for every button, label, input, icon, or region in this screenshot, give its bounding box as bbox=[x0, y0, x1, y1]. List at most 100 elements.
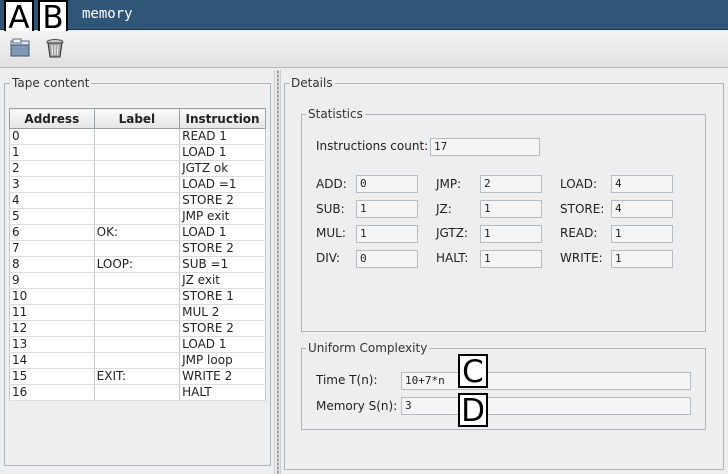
window-title: memory bbox=[82, 6, 133, 22]
jmp-count-field[interactable]: 2 bbox=[480, 175, 542, 193]
table-row[interactable]: 1 LOAD 1 bbox=[9, 144, 266, 161]
address-cell: 2 bbox=[9, 160, 95, 177]
marker-b: B bbox=[38, 0, 68, 34]
address-cell: 6 bbox=[9, 224, 95, 241]
address-cell: 1 bbox=[9, 144, 95, 161]
read-count-field[interactable]: 1 bbox=[611, 225, 673, 243]
table-row[interactable]: 15 EXIT: WRITE 2 bbox=[9, 368, 266, 385]
mul-count-field[interactable]: 1 bbox=[356, 225, 418, 243]
table-row[interactable]: 8 LOOP: SUB =1 bbox=[9, 256, 266, 273]
split-pane-divider[interactable] bbox=[274, 70, 281, 474]
instruction-cell: READ 1 bbox=[179, 128, 266, 145]
load-label: LOAD: bbox=[560, 177, 597, 191]
address-cell: 3 bbox=[9, 176, 95, 193]
table-row[interactable]: 12 STORE 2 bbox=[9, 320, 266, 337]
marker-c: C bbox=[458, 354, 488, 388]
table-row[interactable]: 13 LOAD 1 bbox=[9, 336, 266, 353]
label-cell bbox=[94, 336, 181, 353]
memory-complexity-field[interactable]: 3 bbox=[401, 397, 691, 415]
instruction-cell: STORE 2 bbox=[179, 240, 266, 257]
table-row[interactable]: 3 LOAD =1 bbox=[9, 176, 266, 193]
instructions-count-field[interactable]: 17 bbox=[430, 138, 540, 156]
jmp-label: JMP: bbox=[436, 177, 462, 191]
instructions-count-label: Instructions count: bbox=[316, 139, 429, 153]
table-row[interactable]: 7 STORE 2 bbox=[9, 240, 266, 257]
table-row[interactable]: 16 HALT bbox=[9, 384, 266, 401]
add-count-field[interactable]: 0 bbox=[356, 175, 418, 193]
address-cell: 10 bbox=[9, 288, 95, 305]
delete-button[interactable] bbox=[41, 34, 69, 62]
title-bar: memory bbox=[0, 0, 728, 30]
instruction-cell: STORE 2 bbox=[179, 320, 266, 337]
label-cell bbox=[94, 208, 181, 225]
address-cell: 16 bbox=[9, 384, 95, 401]
store-count-field[interactable]: 4 bbox=[611, 200, 673, 218]
instruction-cell: HALT bbox=[179, 384, 266, 401]
halt-label: HALT: bbox=[436, 251, 469, 265]
instruction-cell: JMP exit bbox=[179, 208, 266, 225]
div-count-field[interactable]: 0 bbox=[356, 250, 418, 268]
address-cell: 12 bbox=[9, 320, 95, 337]
label-cell bbox=[94, 352, 181, 369]
instruction-cell: STORE 1 bbox=[179, 288, 266, 305]
column-header-label[interactable]: Label bbox=[93, 108, 181, 129]
label-cell: EXIT: bbox=[94, 368, 181, 385]
uniform-complexity-legend: Uniform Complexity bbox=[306, 341, 430, 355]
tape-table[interactable]: Address Label Instruction 0 READ 1 1 LOAD 1… bbox=[9, 108, 266, 401]
instruction-cell: WRITE 2 bbox=[179, 368, 266, 385]
address-cell: 5 bbox=[9, 208, 95, 225]
jz-label: JZ: bbox=[436, 202, 452, 216]
add-label: ADD: bbox=[316, 177, 347, 191]
table-row[interactable]: 10 STORE 1 bbox=[9, 288, 266, 305]
write-count-field[interactable]: 1 bbox=[611, 250, 673, 268]
label-cell bbox=[94, 304, 181, 321]
table-row[interactable]: 5 JMP exit bbox=[9, 208, 266, 225]
address-cell: 15 bbox=[9, 368, 95, 385]
column-header-instruction[interactable]: Instruction bbox=[179, 108, 266, 129]
address-cell: 11 bbox=[9, 304, 95, 321]
tape-table-body: 0 READ 1 1 LOAD 1 2 JGTZ ok 3 LOAD =1 4 STORE 2 5 J… bbox=[9, 128, 266, 401]
jgtz-label: JGTZ: bbox=[436, 226, 469, 240]
instruction-cell: LOAD 1 bbox=[179, 144, 266, 161]
instruction-cell: JZ exit bbox=[179, 272, 266, 289]
instruction-cell: LOAD 1 bbox=[179, 336, 266, 353]
label-cell bbox=[94, 272, 181, 289]
table-row[interactable]: 2 JGTZ ok bbox=[9, 160, 266, 177]
table-row[interactable]: 14 JMP loop bbox=[9, 352, 266, 369]
label-cell bbox=[94, 128, 181, 145]
marker-a: A bbox=[4, 0, 34, 34]
table-row[interactable]: 6 OK: LOAD 1 bbox=[9, 224, 266, 241]
mul-label: MUL: bbox=[316, 226, 346, 240]
instruction-cell: MUL 2 bbox=[179, 304, 266, 321]
label-cell bbox=[94, 176, 181, 193]
label-cell: OK: bbox=[94, 224, 181, 241]
time-complexity-field[interactable]: 10+7*n bbox=[401, 372, 691, 390]
sub-count-field[interactable]: 1 bbox=[356, 200, 418, 218]
marker-d: D bbox=[458, 393, 488, 427]
read-label: READ: bbox=[560, 226, 598, 240]
open-button[interactable] bbox=[6, 34, 34, 62]
address-cell: 14 bbox=[9, 352, 95, 369]
address-cell: 9 bbox=[9, 272, 95, 289]
toolbar bbox=[0, 31, 728, 68]
address-cell: 7 bbox=[9, 240, 95, 257]
table-row[interactable]: 9 JZ exit bbox=[9, 272, 266, 289]
label-cell bbox=[94, 320, 181, 337]
instruction-cell: SUB =1 bbox=[179, 256, 266, 273]
tape-content-legend: Tape content bbox=[10, 76, 92, 90]
jz-count-field[interactable]: 1 bbox=[480, 200, 542, 218]
load-count-field[interactable]: 4 bbox=[611, 175, 673, 193]
jgtz-count-field[interactable]: 1 bbox=[480, 225, 542, 243]
instruction-cell: JGTZ ok bbox=[179, 160, 266, 177]
label-cell bbox=[94, 144, 181, 161]
instruction-cell: JMP loop bbox=[179, 352, 266, 369]
table-row[interactable]: 11 MUL 2 bbox=[9, 304, 266, 321]
table-row[interactable]: 4 STORE 2 bbox=[9, 192, 266, 209]
address-cell: 0 bbox=[9, 128, 95, 145]
table-row[interactable]: 0 READ 1 bbox=[9, 128, 266, 145]
column-header-address[interactable]: Address bbox=[9, 108, 95, 129]
label-cell bbox=[94, 288, 181, 305]
halt-count-field[interactable]: 1 bbox=[480, 250, 542, 268]
label-cell bbox=[94, 160, 181, 177]
time-complexity-label: Time T(n): bbox=[316, 373, 378, 387]
